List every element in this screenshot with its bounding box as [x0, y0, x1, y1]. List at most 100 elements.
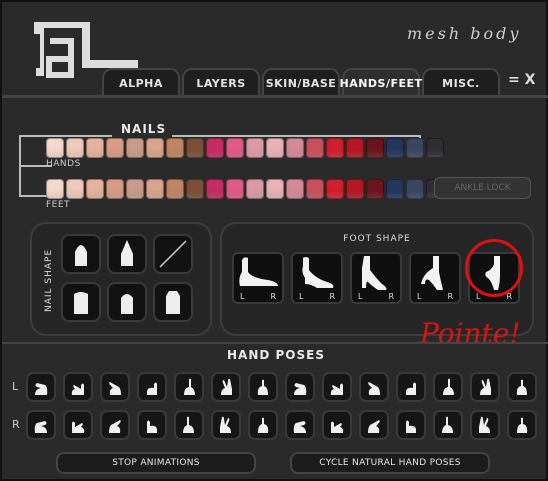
left-hand-pose-button[interactable] — [433, 372, 463, 402]
foot-nail-swatch[interactable] — [146, 179, 164, 199]
foot-nail-swatch[interactable] — [86, 179, 104, 199]
right-hand-pose-button[interactable] — [396, 410, 426, 440]
nail-coffin-button[interactable] — [153, 282, 193, 322]
left-hand-pose-button[interactable] — [174, 372, 204, 402]
tab-layers[interactable]: LAYERS — [182, 68, 260, 96]
tab-misc[interactable]: MISC. — [422, 68, 500, 96]
hand-pose-icon — [479, 416, 490, 433]
hand-pose-icon — [516, 379, 527, 395]
foot-mid-heel-button[interactable]: L R — [350, 252, 402, 304]
foot-nail-swatch[interactable] — [126, 179, 144, 199]
hand-nail-swatch[interactable] — [66, 138, 84, 158]
foot-low-heel-button[interactable]: L R — [291, 252, 343, 304]
hand-nail-swatch[interactable] — [366, 138, 384, 158]
right-hand-pose-button[interactable] — [359, 410, 389, 440]
right-hand-pose-button[interactable] — [507, 410, 537, 440]
nail-stiletto-button[interactable] — [107, 234, 147, 274]
hand-nail-swatch[interactable] — [186, 138, 204, 158]
hand-nail-swatch[interactable] — [46, 138, 64, 158]
nail-oval-button[interactable] — [107, 282, 147, 322]
hand-pose-icon — [72, 421, 85, 433]
foot-nail-swatch[interactable] — [326, 179, 344, 199]
left-hand-pose-button[interactable] — [359, 372, 389, 402]
hand-pose-icon — [406, 420, 416, 433]
nail-square-round-button[interactable] — [61, 282, 101, 322]
left-hand-pose-button[interactable] — [396, 372, 426, 402]
highlight-circle — [465, 239, 523, 297]
hand-nail-swatch[interactable] — [106, 138, 124, 158]
divider — [2, 95, 548, 98]
hand-nail-swatch[interactable] — [306, 138, 324, 158]
left-hand-pose-button[interactable] — [211, 372, 241, 402]
cycle-natural-hand-poses-button[interactable]: CYCLE NATURAL HAND POSES — [290, 452, 490, 474]
hand-nail-swatch[interactable] — [346, 138, 364, 158]
left-hand-pose-button[interactable] — [285, 372, 315, 402]
hand-poses-title: HAND POSES — [227, 348, 325, 362]
right-hand-pose-button[interactable] — [100, 410, 130, 440]
foot-nail-swatch[interactable] — [406, 179, 424, 199]
hand-pose-icon — [330, 383, 343, 395]
foot-nail-swatch[interactable] — [186, 179, 204, 199]
foot-nail-swatch[interactable] — [226, 179, 244, 199]
foot-nail-swatch[interactable] — [166, 179, 184, 199]
left-hand-pose-button[interactable] — [26, 372, 56, 402]
stop-animations-button[interactable]: STOP ANIMATIONS — [56, 452, 256, 474]
hand-nail-swatch[interactable] — [386, 138, 404, 158]
hand-nail-swatch[interactable] — [286, 138, 304, 158]
hand-nail-swatch[interactable] — [246, 138, 264, 158]
right-hand-pose-button[interactable] — [137, 410, 167, 440]
hand-nail-swatch[interactable] — [146, 138, 164, 158]
hand-nail-swatch[interactable] — [206, 138, 224, 158]
foot-nail-swatch[interactable] — [286, 179, 304, 199]
right-hand-pose-button[interactable] — [285, 410, 315, 440]
right-hand-pose-button[interactable] — [248, 410, 278, 440]
foot-nail-swatch[interactable] — [366, 179, 384, 199]
ankle-lock-button[interactable]: ANKLE LOCK — [434, 177, 531, 199]
hand-nail-swatch[interactable] — [406, 138, 424, 158]
hand-nail-swatch[interactable] — [326, 138, 344, 158]
hand-nail-swatch[interactable] — [86, 138, 104, 158]
foot-nail-swatch[interactable] — [306, 179, 324, 199]
close-icon[interactable]: = X — [508, 72, 535, 88]
foot-flat-button[interactable]: L R — [232, 252, 284, 304]
right-hand-pose-button[interactable] — [433, 410, 463, 440]
tab-skin-base[interactable]: SKIN/BASE — [262, 68, 340, 96]
right-hand-pose-button[interactable] — [174, 410, 204, 440]
left-hand-pose-button[interactable] — [248, 372, 278, 402]
hand-nail-swatch[interactable] — [426, 138, 444, 158]
left-hand-pose-button[interactable] — [137, 372, 167, 402]
left-hand-pose-button[interactable] — [63, 372, 93, 402]
hand-pose-icon — [34, 421, 47, 433]
foot-nail-swatch[interactable] — [106, 179, 124, 199]
right-hand-pose-button[interactable] — [211, 410, 241, 440]
nail-none-button[interactable] — [153, 234, 193, 274]
low-heel-foot-icon — [302, 257, 334, 288]
right-hand-pose-button[interactable] — [26, 410, 56, 440]
tab-alpha[interactable]: ALPHA — [102, 68, 180, 96]
foot-nail-swatch[interactable] — [206, 179, 224, 199]
left-hand-pose-button[interactable] — [470, 372, 500, 402]
foot-high-heel-button[interactable]: L R — [409, 252, 461, 304]
left-hand-pose-button[interactable] — [507, 372, 537, 402]
foot-nail-swatch[interactable] — [346, 179, 364, 199]
right-hand-pose-button[interactable] — [63, 410, 93, 440]
foot-nail-swatch[interactable] — [266, 179, 284, 199]
flat-foot-icon — [239, 257, 278, 286]
tab-hands-feet[interactable]: HANDS/FEET — [339, 68, 422, 96]
hand-pose-icon — [368, 420, 380, 433]
right-hand-pose-button[interactable] — [322, 410, 352, 440]
hand-pose-icon — [220, 416, 231, 433]
foot-nail-swatch[interactable] — [66, 179, 84, 199]
right-hand-pose-button[interactable] — [470, 410, 500, 440]
hand-pose-icon — [147, 420, 157, 433]
hand-nail-swatch[interactable] — [126, 138, 144, 158]
left-hand-pose-button[interactable] — [322, 372, 352, 402]
nail-almond-button[interactable] — [61, 234, 101, 274]
left-hand-pose-button[interactable] — [100, 372, 130, 402]
hand-nail-swatch[interactable] — [166, 138, 184, 158]
hand-nail-swatch[interactable] — [226, 138, 244, 158]
foot-nail-swatch[interactable] — [386, 179, 404, 199]
foot-nail-swatch[interactable] — [246, 179, 264, 199]
foot-nail-swatch[interactable] — [46, 179, 64, 199]
hand-nail-swatch[interactable] — [266, 138, 284, 158]
